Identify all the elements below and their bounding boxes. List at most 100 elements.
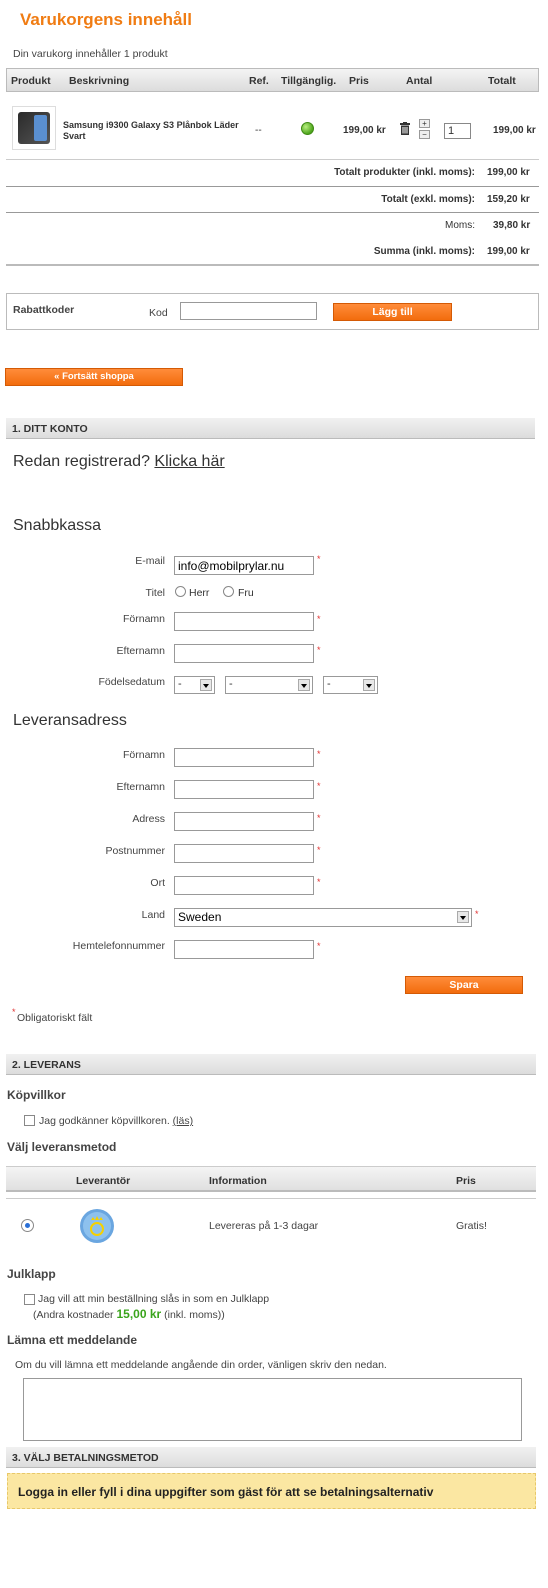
col-price: Pris: [349, 75, 369, 87]
required-mark: *: [317, 781, 321, 791]
carrier-table-header: Leverantör Information Pris: [6, 1166, 536, 1192]
total-excl-value: 159,20 kr: [487, 194, 530, 205]
birthdate-label: Födelsedatum: [98, 676, 165, 688]
carrier-info: Levereras på 1-3 dagar: [209, 1220, 319, 1232]
col-information: Information: [209, 1175, 267, 1187]
required-mark: *: [475, 909, 479, 919]
email-input[interactable]: info@mobilprylar.nu: [174, 556, 314, 575]
save-button[interactable]: Spara: [405, 976, 523, 994]
city-label: Ort: [150, 877, 165, 889]
col-description: Beskrivning: [69, 75, 130, 87]
gift-cost: (Andra kostnader 15,00 kr (inkl. moms)): [33, 1307, 225, 1321]
payment-notice: Logga in eller fyll i dina uppgifter som…: [7, 1473, 536, 1509]
city-input[interactable]: [174, 876, 314, 895]
firstname-label: Förnamn: [122, 613, 165, 625]
birth-month-select[interactable]: -: [225, 676, 313, 694]
birth-day-select[interactable]: -: [174, 676, 215, 694]
required-mark: *: [317, 941, 321, 951]
postcode-label: Postnummer: [105, 845, 165, 857]
title-fru-radio[interactable]: [223, 586, 234, 597]
required-note: Obligatoriskt fält: [17, 1012, 93, 1024]
gift-cost-suffix: (inkl. moms)): [164, 1309, 225, 1321]
discount-title: Rabattkoder: [13, 304, 75, 316]
lastname-label: Efternamn: [116, 645, 165, 657]
gift-heading: Julklapp: [7, 1267, 56, 1281]
qty-increase-button[interactable]: +: [419, 119, 430, 128]
discount-code-label: Kod: [149, 307, 168, 319]
title-fru-label: Fru: [238, 587, 254, 599]
quantity-input[interactable]: 1: [444, 123, 471, 139]
country-select[interactable]: Sweden: [174, 908, 472, 927]
registered-label: Redan registrerad?: [13, 453, 150, 470]
email-label: E-mail: [135, 555, 165, 567]
message-textarea[interactable]: [23, 1378, 522, 1441]
product-image[interactable]: [12, 106, 56, 150]
add-discount-button[interactable]: Lägg till: [333, 303, 452, 321]
col-total: Totalt: [488, 75, 516, 87]
total-products-label: Totalt produkter (inkl. moms):: [334, 167, 475, 178]
phone-label: Hemtelefonnummer: [72, 940, 165, 952]
chevron-down-icon: [298, 679, 310, 691]
trash-icon[interactable]: [400, 122, 410, 135]
birth-year-select[interactable]: -: [323, 676, 378, 694]
d-lastname-input[interactable]: [174, 780, 314, 799]
gift-text: Jag vill att min beställning slås in som…: [38, 1293, 270, 1305]
required-mark: *: [317, 845, 321, 855]
gift-checkbox[interactable]: [24, 1294, 35, 1305]
sum-value: 199,00 kr: [487, 246, 530, 257]
carrier-radio[interactable]: [21, 1219, 34, 1232]
qty-decrease-button[interactable]: −: [419, 130, 430, 139]
d-firstname-label: Förnamn: [122, 749, 165, 761]
country-label: Land: [141, 909, 165, 921]
page-title: Varukorgens innehåll: [20, 10, 192, 29]
d-firstname-input[interactable]: [174, 748, 314, 767]
terms-heading: Köpvillkor: [7, 1088, 66, 1102]
address-input[interactable]: [174, 812, 314, 831]
required-mark: *: [317, 645, 321, 655]
required-mark: *: [317, 877, 321, 887]
product-total: 199,00 kr: [493, 125, 536, 136]
birth-month-value: -: [229, 678, 233, 690]
terms-label: Jag godkänner köpvillkoren.: [39, 1115, 170, 1127]
availability-indicator: [301, 122, 314, 135]
carrier-price: Gratis!: [456, 1220, 487, 1232]
lastname-input[interactable]: [174, 644, 314, 663]
registered-text: Redan registrerad? Klicka här: [13, 453, 225, 471]
discount-code-input[interactable]: [180, 302, 317, 320]
chevron-down-icon: [457, 911, 469, 923]
delivery-method-heading: Välj leveransmetod: [7, 1140, 117, 1154]
country-value: Sweden: [178, 910, 222, 924]
chevron-down-icon: [200, 679, 212, 691]
vat-value: 39,80 kr: [493, 220, 531, 231]
divider: [6, 212, 539, 213]
sum-label: Summa (inkl. moms):: [373, 246, 475, 257]
title-herr-radio[interactable]: [175, 586, 186, 597]
product-price: 199,00 kr: [343, 125, 386, 136]
total-products-value: 199,00 kr: [487, 167, 530, 178]
title-herr-label: Herr: [189, 587, 210, 599]
phone-input[interactable]: [174, 940, 314, 959]
section-account-header: 1. DITT KONTO: [6, 418, 535, 439]
chevron-down-icon: [363, 679, 375, 691]
quick-checkout-heading: Snabbkassa: [13, 517, 102, 534]
col-quantity: Antal: [406, 75, 433, 87]
firstname-input[interactable]: [174, 612, 314, 631]
terms-checkbox[interactable]: [24, 1115, 35, 1126]
required-mark: *: [317, 554, 321, 564]
d-lastname-label: Efternamn: [116, 781, 165, 793]
total-excl-label: Totalt (exkl. moms):: [381, 194, 475, 205]
divider: [6, 264, 539, 266]
col-product: Produkt: [11, 75, 51, 87]
section-payment-header: 3. VÄLJ BETALNINGSMETOD: [6, 1447, 536, 1468]
login-link[interactable]: Klicka här: [154, 453, 224, 470]
required-mark: *: [12, 1007, 16, 1017]
delivery-address-heading: Leveransadress: [13, 712, 127, 729]
terms-link[interactable]: (läs): [173, 1115, 193, 1127]
required-mark: *: [317, 749, 321, 759]
col-carrier: Leverantör: [76, 1175, 131, 1187]
product-ref: --: [255, 125, 262, 136]
continue-shopping-button[interactable]: « Fortsätt shoppa: [5, 368, 183, 386]
postcode-input[interactable]: [174, 844, 314, 863]
product-name[interactable]: Samsung i9300 Galaxy S3 Plånbok Läder Sv…: [63, 120, 243, 142]
birth-year-value: -: [327, 678, 331, 690]
